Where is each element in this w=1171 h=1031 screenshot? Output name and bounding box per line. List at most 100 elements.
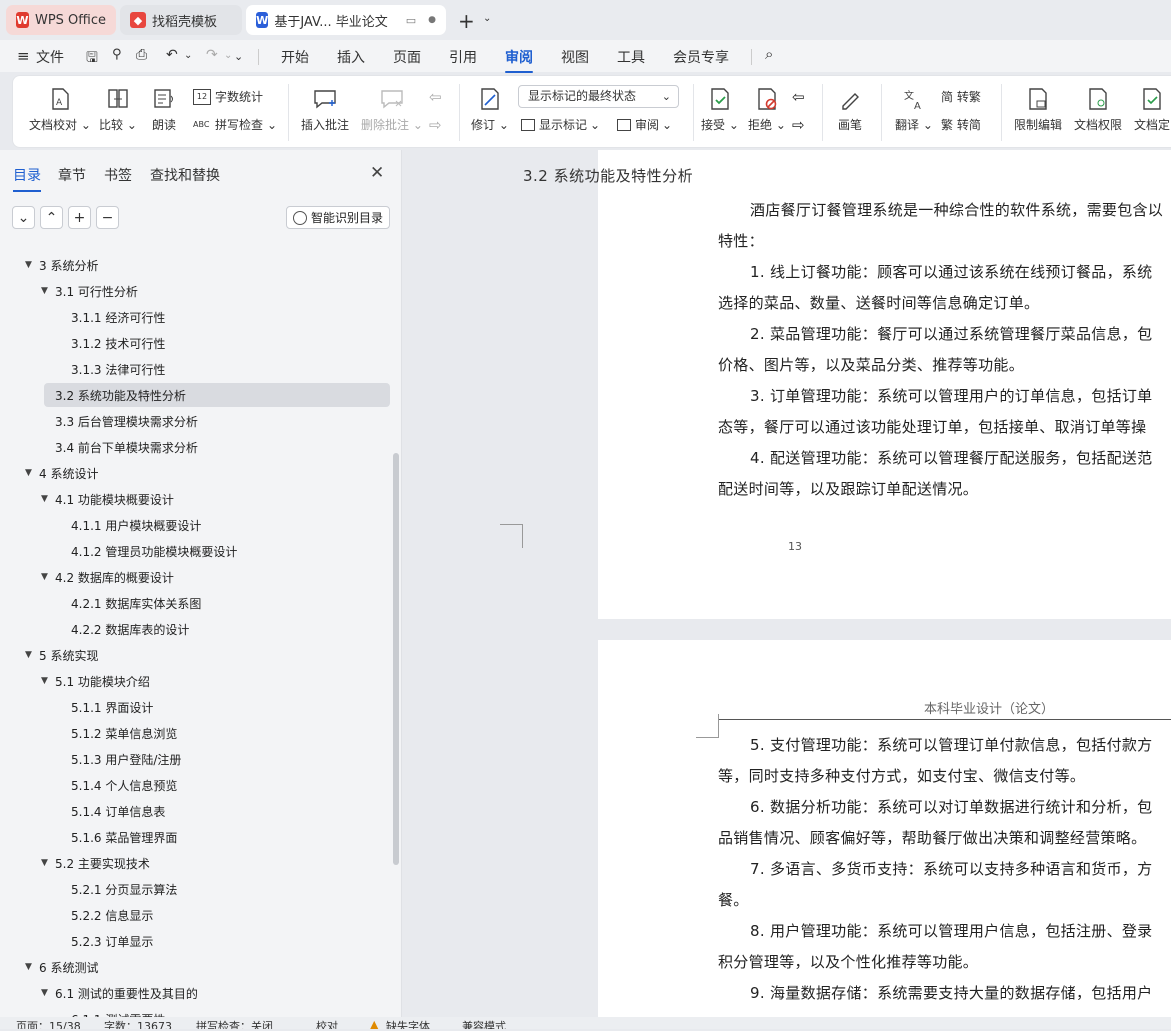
accept-button[interactable]: 接受 ⌄ <box>701 86 739 133</box>
toc-item[interactable]: 5.1.4 订单信息表 <box>0 799 395 823</box>
menu-page[interactable]: 页面 <box>393 47 421 67</box>
toc-item[interactable]: 4.2.1 数据库实体关系图 <box>0 591 395 615</box>
toc-item[interactable]: 5.1.3 用户登陆/注册 <box>0 747 395 771</box>
missing-font-status[interactable]: 缺失字体 <box>386 1018 430 1029</box>
translate-button[interactable]: 文A 翻译 ⌄ <box>895 86 933 133</box>
tab-bookmarks[interactable]: 书签 <box>104 165 132 185</box>
menu-tools[interactable]: 工具 <box>617 47 645 67</box>
track-changes-button[interactable]: 修订 ⌄ <box>471 86 509 133</box>
next-change-icon[interactable]: ⇨ <box>792 116 805 134</box>
toc-item[interactable]: ▼ 6 系统测试 <box>0 955 395 979</box>
toc-item[interactable]: ▼ 4 系统设计 <box>0 461 395 485</box>
smart-toc-button[interactable]: 智能识别目录 <box>286 206 390 229</box>
doc-check-button[interactable]: A 文档校对 ⌄ <box>29 86 91 133</box>
expand-triangle-icon[interactable]: ▼ <box>41 286 48 296</box>
menu-file[interactable]: 文件 <box>36 47 64 67</box>
toc-item[interactable]: ▼ 5 系统实现 <box>0 643 395 667</box>
undo-icon[interactable]: ↶ <box>166 47 178 63</box>
toc-item[interactable]: 3.1.3 法律可行性 <box>0 357 395 381</box>
prev-change-icon[interactable]: ⇦ <box>792 88 805 106</box>
collapse-down-button[interactable]: ⌄ <box>12 206 35 229</box>
toc-item[interactable]: 4.1.1 用户模块概要设计 <box>0 513 395 537</box>
word-count-button[interactable]: 12 字数统计 <box>193 88 263 105</box>
expand-triangle-icon[interactable]: ▼ <box>41 988 48 998</box>
save-icon[interactable]: 🖫 <box>86 47 98 71</box>
toc-item[interactable]: ▼ 5.2 主要实现技术 <box>0 851 395 875</box>
toc-item[interactable]: 5.2.1 分页显示算法 <box>0 877 395 901</box>
toc-item[interactable]: ▼ 6.1 测试的重要性及其目的 <box>0 981 395 1005</box>
toc-item[interactable]: 4.2.2 数据库表的设计 <box>0 617 395 641</box>
toc-item[interactable]: ▼ 5.1 功能模块介绍 <box>0 669 395 693</box>
toc-item[interactable]: ▼ 4.2 数据库的概要设计 <box>0 565 395 589</box>
share-icon[interactable]: ⚲ <box>112 47 122 62</box>
new-tab-icon[interactable]: + <box>458 9 475 33</box>
toc-item[interactable]: ▼ 4.1 功能模块概要设计 <box>0 487 395 511</box>
toc-item[interactable]: ▼ 3 系统分析 <box>0 253 395 277</box>
proof-status[interactable]: 校对 <box>316 1018 338 1029</box>
pen-button[interactable]: 画笔 <box>837 86 863 133</box>
expand-triangle-icon[interactable]: ▼ <box>41 572 48 582</box>
tab-sections[interactable]: 章节 <box>58 165 86 185</box>
toc-item[interactable]: 3.1.2 技术可行性 <box>0 331 395 355</box>
print-preview-icon[interactable]: ⎙ <box>136 47 147 63</box>
hamburger-icon[interactable]: ≡ <box>17 47 30 65</box>
expand-triangle-icon[interactable]: ▼ <box>41 858 48 868</box>
expand-triangle-icon[interactable]: ▼ <box>25 468 32 478</box>
tab-document[interactable]: W 基于JAV... 毕业论文 ▭ ● <box>246 5 446 35</box>
page-indicator[interactable]: 页面：15/38 <box>16 1018 81 1029</box>
restrict-edit-button[interactable]: 限制编辑 <box>1014 86 1062 133</box>
remove-toc-button[interactable]: − <box>96 206 119 229</box>
menu-review[interactable]: 审阅 <box>505 47 533 73</box>
toc-item[interactable]: 5.1.6 菜品管理界面 <box>0 825 395 849</box>
more-chevron-icon[interactable]: ⌄ <box>234 50 243 63</box>
menu-reference[interactable]: 引用 <box>449 47 477 67</box>
spell-check-status[interactable]: 拼写检查：关闭 <box>196 1018 273 1029</box>
tab-wps-office[interactable]: W WPS Office <box>6 5 116 35</box>
review-pane-button[interactable]: 审阅 ⌄ <box>617 116 672 133</box>
word-count-status[interactable]: 字数：13673 <box>104 1018 172 1029</box>
spell-check-button[interactable]: ABC 拼写检查 ⌄ <box>193 116 277 133</box>
toc-item[interactable]: 5.2.3 订单显示 <box>0 929 395 953</box>
to-simplified-button[interactable]: 繁 转简 <box>941 116 981 133</box>
expand-triangle-icon[interactable]: ▼ <box>25 650 32 660</box>
show-markup-button[interactable]: 显示标记 ⌄ <box>521 116 600 133</box>
reject-button[interactable]: 拒绝 ⌄ <box>748 86 786 133</box>
compare-button[interactable]: 比较 ⌄ <box>99 86 137 133</box>
toc-item[interactable]: 3.4 前台下单模块需求分析 <box>0 435 395 459</box>
toc-item[interactable]: 3.3 后台管理模块需求分析 <box>0 409 395 433</box>
expand-triangle-icon[interactable]: ▼ <box>41 494 48 504</box>
expand-triangle-icon[interactable]: ▼ <box>25 962 32 972</box>
read-aloud-button[interactable]: 朗读 <box>151 86 177 133</box>
menu-view[interactable]: 视图 <box>561 47 589 67</box>
tab-toc[interactable]: 目录 <box>13 165 41 192</box>
collapse-up-button[interactable]: ⌃ <box>40 206 63 229</box>
toc-item[interactable]: 5.1.4 个人信息预览 <box>0 773 395 797</box>
markup-state-select[interactable]: 显示标记的最终状态 ⌄ <box>518 85 679 108</box>
toc-item[interactable]: 5.2.2 信息显示 <box>0 903 395 927</box>
undo-dropdown-icon[interactable]: ⌄ <box>184 50 192 61</box>
toc-item[interactable]: ▼ 3.1 可行性分析 <box>0 279 395 303</box>
toc-item[interactable]: 3.1.1 经济可行性 <box>0 305 395 329</box>
redo-dropdown-icon[interactable]: ⌄ <box>224 50 232 61</box>
menu-member[interactable]: 会员专享 <box>673 47 729 67</box>
menu-home[interactable]: 开始 <box>281 47 309 67</box>
to-traditional-button[interactable]: 简 转繁 <box>941 88 981 105</box>
prev-comment-icon[interactable]: ⇦ <box>429 88 442 106</box>
insert-comment-button[interactable]: 插入批注 <box>301 86 349 133</box>
toc-scrollbar[interactable] <box>393 453 399 865</box>
toc-item[interactable]: 4.1.2 管理员功能模块概要设计 <box>0 539 395 563</box>
toc-item[interactable]: 5.1.1 界面设计 <box>0 695 395 719</box>
menu-insert[interactable]: 插入 <box>337 47 365 67</box>
window-icon[interactable]: ▭ <box>406 14 416 27</box>
close-icon[interactable]: ✕ <box>370 163 384 183</box>
search-icon[interactable]: ⌕ <box>765 45 773 63</box>
chevron-down-icon[interactable]: ⌄ <box>483 13 491 24</box>
doc-final-button[interactable]: 文档定 <box>1134 86 1170 133</box>
add-toc-button[interactable]: + <box>68 206 91 229</box>
expand-triangle-icon[interactable]: ▼ <box>41 676 48 686</box>
expand-triangle-icon[interactable]: ▼ <box>25 260 32 270</box>
toc-item[interactable]: 5.1.2 菜单信息浏览 <box>0 721 395 745</box>
doc-permission-button[interactable]: 文档权限 <box>1074 86 1122 133</box>
redo-icon[interactable]: ↷ <box>206 47 218 63</box>
next-comment-icon[interactable]: ⇨ <box>429 116 442 134</box>
